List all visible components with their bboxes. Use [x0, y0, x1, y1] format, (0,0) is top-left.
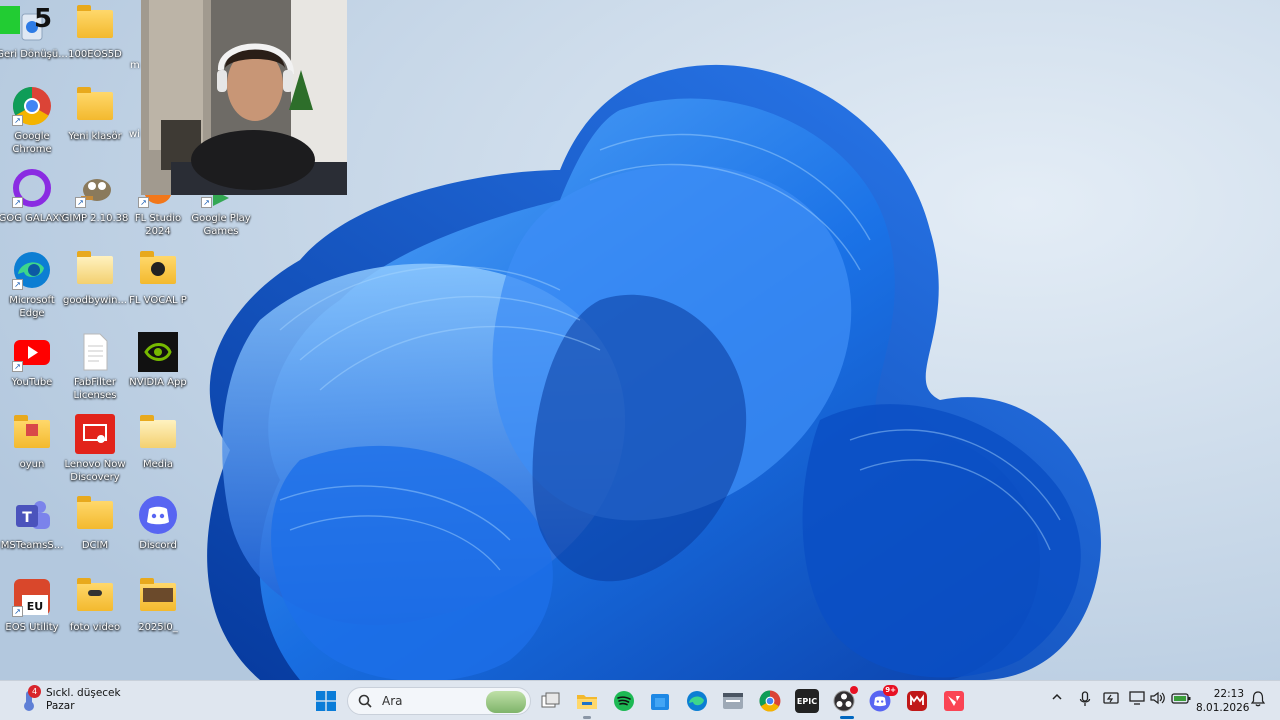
folder-icon [75, 4, 115, 44]
notification-icon[interactable] [1250, 691, 1266, 711]
desktop-icon-msteams[interactable]: T MSTeamsS... [0, 495, 64, 573]
battery-icon[interactable] [1171, 691, 1191, 709]
volume-icon[interactable] [1150, 691, 1166, 709]
task-view-icon[interactable] [539, 689, 563, 713]
desktop-icon-2025l0[interactable]: 2025l0_ [126, 577, 190, 655]
recording-dot-icon [850, 686, 858, 694]
overlay-number: 5 [34, 4, 53, 34]
thermometer-icon: 4 [18, 685, 41, 713]
desktop-icon-lenovo-now[interactable]: Lenovo Now Discovery [63, 414, 127, 492]
discord-icon [138, 495, 178, 535]
edge-taskbar-icon[interactable] [685, 689, 709, 713]
document-icon [75, 332, 115, 372]
taskbar: 4 Sıckl. düşecek Pazar Ara EPIC 9+ 22:13… [0, 680, 1280, 720]
nvidia-icon [138, 332, 178, 372]
desktop-icon-fabfilter-licenses[interactable]: FabFilter Licenses [63, 332, 127, 410]
weather-badge: 4 [28, 685, 41, 698]
eos-utility-icon: EU ↗ [12, 577, 52, 617]
svg-text:EU: EU [27, 600, 43, 613]
desktop-icon-100eos5d[interactable]: 100EOS5D [63, 4, 127, 82]
terminal-icon[interactable] [721, 689, 745, 713]
clock-time: 22:13 [1213, 688, 1244, 700]
svg-text:T: T [22, 510, 32, 526]
system-clock[interactable]: 22:13 8.01.2026 [1196, 687, 1250, 715]
mcafee-icon[interactable] [905, 689, 929, 713]
folder-icon [75, 577, 115, 617]
weather-subtitle: Pazar [46, 700, 75, 712]
microphone-icon[interactable] [1079, 691, 1091, 711]
epic-games-icon[interactable]: EPIC [795, 689, 819, 713]
obs-icon[interactable] [832, 686, 858, 713]
spotify-icon[interactable] [612, 689, 636, 713]
search-highlight-image [486, 691, 526, 713]
partial-label-m: m [130, 60, 140, 71]
desktop-icon-youtube[interactable]: ↗ YouTube [0, 332, 64, 410]
teams-icon: T [12, 495, 52, 535]
display-icon[interactable] [1129, 691, 1145, 709]
store-icon[interactable] [648, 689, 672, 713]
edge-icon: ↗ [12, 250, 52, 290]
search-placeholder: Ara [382, 694, 403, 708]
obs-active-indicator [840, 716, 854, 719]
discord-taskbar-icon[interactable]: 9+ [868, 685, 898, 713]
file-explorer-active-indicator [583, 716, 591, 719]
desktop-icon-oyun[interactable]: oyun [0, 414, 64, 492]
desktop-icon-gog-galaxy[interactable]: ↗ GOG GALAXY [0, 168, 65, 246]
desktop-icon-nvidia-app[interactable]: NVIDIA App [126, 332, 190, 410]
desktop-icon-fl-vocal-p[interactable]: FL VOCAL P [126, 250, 190, 328]
valorant-icon[interactable] [942, 689, 966, 713]
folder-icon [138, 414, 178, 454]
youtube-icon: ↗ [12, 332, 52, 372]
weather-title: Sıckl. düşecek [46, 687, 121, 699]
webcam-overlay [141, 0, 347, 195]
partial-label-wi: wi [129, 129, 140, 140]
desktop-icon-foto-video[interactable]: foto video [63, 577, 127, 655]
overlay-badge-green [0, 6, 20, 34]
epic-games-label: EPIC [796, 696, 818, 706]
chrome-icon: ↗ [12, 86, 52, 126]
folder-icon [138, 250, 178, 290]
desktop-icon-eos-utility[interactable]: EU ↗ EOS Utility [0, 577, 64, 655]
chrome-taskbar-icon[interactable] [758, 689, 782, 713]
file-explorer-icon[interactable] [575, 689, 599, 713]
folder-icon [75, 250, 115, 290]
battery-saver-icon[interactable] [1103, 691, 1119, 709]
weather-widget[interactable]: 4 Sıckl. düşecek Pazar [18, 685, 121, 713]
desktop-icon-dcim[interactable]: DCIM [63, 495, 127, 573]
desktop-icon-discord[interactable]: Discord [126, 495, 190, 573]
folder-icon [75, 86, 115, 126]
lenovo-now-icon [75, 414, 115, 454]
desktop-icon-google-chrome[interactable]: ↗ Google Chrome [0, 86, 64, 164]
desktop-icon-yeni-klasor[interactable]: Yeni klasör [63, 86, 127, 164]
search-input[interactable]: Ara [347, 687, 531, 715]
folder-icon [12, 414, 52, 454]
folder-icon [75, 495, 115, 535]
gimp-icon: ↗ [75, 168, 115, 208]
desktop-icon-media[interactable]: Media [126, 414, 190, 492]
gog-galaxy-icon: ↗ [12, 168, 52, 208]
folder-icon [138, 577, 178, 617]
windows-start-icon[interactable] [314, 689, 338, 713]
clock-date: 8.01.2026 [1196, 702, 1250, 714]
search-icon [358, 694, 372, 708]
desktop-icon-gimp[interactable]: ↗ GIMP 2.10.38 [62, 168, 128, 246]
desktop-icon-microsoft-edge[interactable]: ↗ Microsoft Edge [0, 250, 64, 328]
chevron-up-icon[interactable] [1051, 691, 1063, 707]
desktop-icon-goodbywin[interactable]: goodbywin... [63, 250, 127, 328]
discord-badge: 9+ [883, 685, 898, 696]
